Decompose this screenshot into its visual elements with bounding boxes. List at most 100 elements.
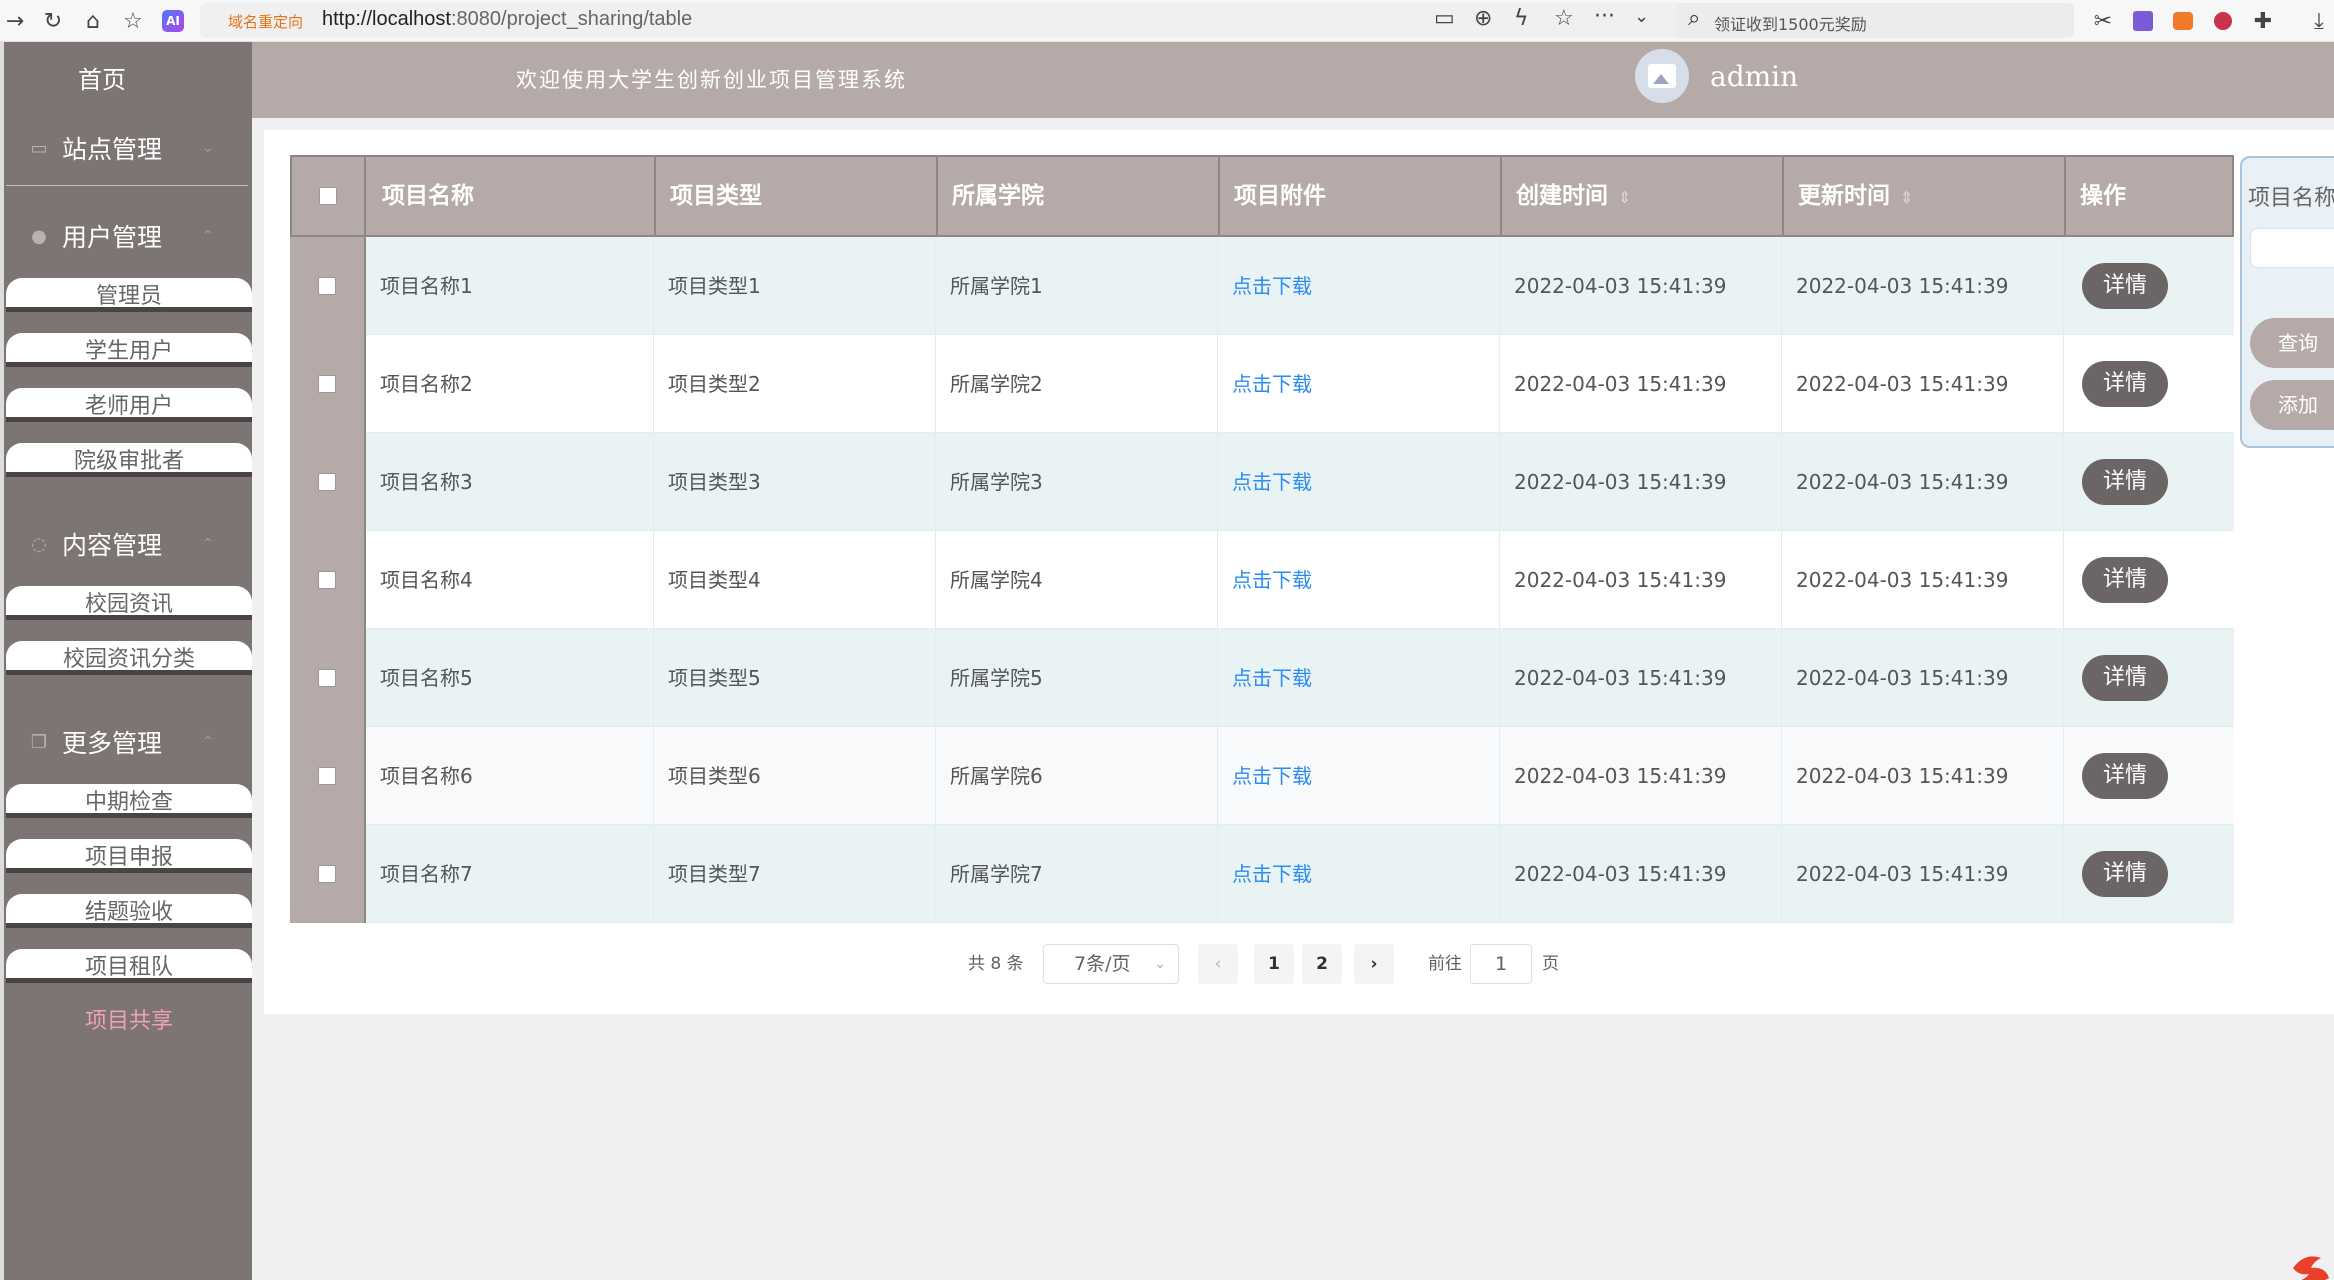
sidebar-item-teachers[interactable]: 老师用户 <box>6 388 252 422</box>
detail-button[interactable]: 详情 <box>2082 753 2168 799</box>
sidebar-home[interactable]: 首页 <box>78 60 126 95</box>
row-select-cell <box>290 825 366 923</box>
detail-button[interactable]: 详情 <box>2082 557 2168 603</box>
row-select-cell <box>290 335 366 433</box>
sidebar-group-content[interactable]: ◌ 内容管理 ⌃ <box>26 526 214 562</box>
sidebar-item-team[interactable]: 项目租队 <box>6 949 252 983</box>
row-checkbox[interactable] <box>318 571 336 589</box>
user-icon: ● <box>31 225 47 247</box>
row-checkbox[interactable] <box>318 375 336 393</box>
cell-type: 项目类型3 <box>654 433 936 531</box>
row-select-cell <box>290 727 366 825</box>
search-panel: 项目名称 查询 添加 <box>2240 156 2334 448</box>
select-all-checkbox[interactable] <box>319 187 337 205</box>
url-text[interactable]: http://localhost:8080/project_sharing/ta… <box>322 8 692 31</box>
fox-extension-icon[interactable] <box>2168 6 2198 36</box>
row-checkbox[interactable] <box>318 669 336 687</box>
sort-icon[interactable]: ⇕ <box>1618 188 1631 207</box>
cell-created: 2022-04-03 15:41:39 <box>1500 335 1782 433</box>
detail-button[interactable]: 详情 <box>2082 459 2168 505</box>
chevron-down-icon[interactable]: ⌄ <box>1634 6 1649 27</box>
page-size-select[interactable]: 7条/页 ⌄ <box>1043 944 1179 984</box>
cast-icon[interactable]: ▭ <box>1434 6 1455 31</box>
cell-updated: 2022-04-03 15:41:39 <box>1782 237 2064 335</box>
project-name-input[interactable] <box>2250 228 2334 268</box>
sidebar-group-site[interactable]: ▭ 站点管理 ⌄ <box>26 130 213 166</box>
download-link[interactable]: 点击下载 <box>1218 433 1500 531</box>
avatar[interactable] <box>1635 49 1689 103</box>
download-icon[interactable]: ⤓ <box>2304 6 2334 36</box>
cell-created: 2022-04-03 15:41:39 <box>1500 237 1782 335</box>
sidebar-item-approvers[interactable]: 院级审批者 <box>6 443 252 477</box>
sidebar-item-acceptance[interactable]: 结题验收 <box>6 894 252 928</box>
next-page-button[interactable]: › <box>1354 944 1394 984</box>
cell-type: 项目类型5 <box>654 629 936 727</box>
sidebar-item-news[interactable]: 校园资讯 <box>6 586 252 620</box>
divider <box>6 185 248 186</box>
goto-page-input[interactable]: 1 <box>1470 944 1532 984</box>
sort-icon[interactable]: ⇕ <box>1900 188 1913 207</box>
table-header: 项目名称 项目类型 所属学院 项目附件 创建时间 ⇕ 更新时间 ⇕ 操作 <box>290 155 2234 237</box>
detail-button[interactable]: 详情 <box>2082 851 2168 897</box>
group-label: 用户管理 <box>62 223 163 252</box>
chevron-up-icon: ⌃ <box>202 536 214 552</box>
row-checkbox[interactable] <box>318 473 336 491</box>
sidebar-item-midterm[interactable]: 中期检查 <box>6 784 252 818</box>
chevron-up-icon: ⌃ <box>202 734 214 750</box>
page-1-button[interactable]: 1 <box>1254 944 1294 984</box>
detail-button[interactable]: 详情 <box>2082 263 2168 309</box>
download-link[interactable]: 点击下载 <box>1218 237 1500 335</box>
more-icon[interactable]: ··· <box>1594 4 1615 29</box>
sidebar-item-admin[interactable]: 管理员 <box>6 278 252 312</box>
download-link[interactable]: 点击下载 <box>1218 531 1500 629</box>
sidebar-group-more[interactable]: ❐ 更多管理 ⌃ <box>26 724 214 760</box>
page-2-button[interactable]: 2 <box>1302 944 1342 984</box>
sidebar-item-declaration[interactable]: 项目申报 <box>6 839 252 873</box>
puzzle-icon[interactable]: ✚ <box>2248 6 2278 36</box>
sidebar-group-users[interactable]: ● 用户管理 ⌃ <box>26 218 214 254</box>
cell-name: 项目名称6 <box>366 727 654 825</box>
download-link[interactable]: 点击下载 <box>1218 629 1500 727</box>
col-header-name: 项目名称 <box>368 157 656 235</box>
row-checkbox[interactable] <box>318 767 336 785</box>
star-icon[interactable]: ☆ <box>1554 6 1574 31</box>
lightning-icon[interactable]: ϟ <box>1514 6 1529 31</box>
favorites-icon[interactable]: ☆ <box>118 6 148 36</box>
cell-updated: 2022-04-03 15:41:39 <box>1782 825 2064 923</box>
col-header-updated[interactable]: 更新时间 ⇕ <box>1784 157 2066 235</box>
col-header-attachment: 项目附件 <box>1220 157 1502 235</box>
row-checkbox[interactable] <box>318 277 336 295</box>
top-header: 欢迎使用大学生创新创业项目管理系统 admin <box>252 42 2334 118</box>
extension-icon[interactable] <box>2208 6 2238 36</box>
query-button[interactable]: 查询 <box>2250 318 2334 368</box>
username[interactable]: admin <box>1710 60 1798 93</box>
forward-icon[interactable]: → <box>0 6 30 36</box>
download-link[interactable]: 点击下载 <box>1218 335 1500 433</box>
home-icon[interactable]: ⌂ <box>78 6 108 36</box>
download-link[interactable]: 点击下载 <box>1218 825 1500 923</box>
sidebar-item-sharing[interactable]: 项目共享 <box>6 1004 252 1040</box>
page-size-value: 7条/页 <box>1074 953 1131 975</box>
translate-icon[interactable] <box>2128 6 2158 36</box>
sidebar: 首页 ▭ 站点管理 ⌄ ● 用户管理 ⌃ 管理员 学生用户 老师用户 院级审批者… <box>0 42 252 1280</box>
sidebar-item-news-category[interactable]: 校园资讯分类 <box>6 641 252 675</box>
cell-name: 项目名称4 <box>366 531 654 629</box>
sidebar-item-students[interactable]: 学生用户 <box>6 333 252 367</box>
detail-button[interactable]: 详情 <box>2082 655 2168 701</box>
reload-icon[interactable]: ↻ <box>38 6 68 36</box>
browser-search[interactable]: ⌕ 领证收到1500元奖励 <box>1676 3 2074 38</box>
prev-page-button[interactable]: ‹ <box>1198 944 1238 984</box>
cell-type: 项目类型7 <box>654 825 936 923</box>
add-button[interactable]: 添加 <box>2250 380 2334 430</box>
download-link[interactable]: 点击下载 <box>1218 727 1500 825</box>
cell-type: 项目类型1 <box>654 237 936 335</box>
zoom-icon[interactable]: ⊕ <box>1474 6 1492 31</box>
cell-updated: 2022-04-03 15:41:39 <box>1782 335 2064 433</box>
row-checkbox[interactable] <box>318 865 336 883</box>
ai-icon[interactable]: AI <box>158 6 188 36</box>
chevron-down-icon: ⌄ <box>1154 956 1166 972</box>
detail-button[interactable]: 详情 <box>2082 361 2168 407</box>
chat-icon: ◌ <box>31 533 47 555</box>
scissors-icon[interactable]: ✂ <box>2088 6 2118 36</box>
col-header-created[interactable]: 创建时间 ⇕ <box>1502 157 1784 235</box>
